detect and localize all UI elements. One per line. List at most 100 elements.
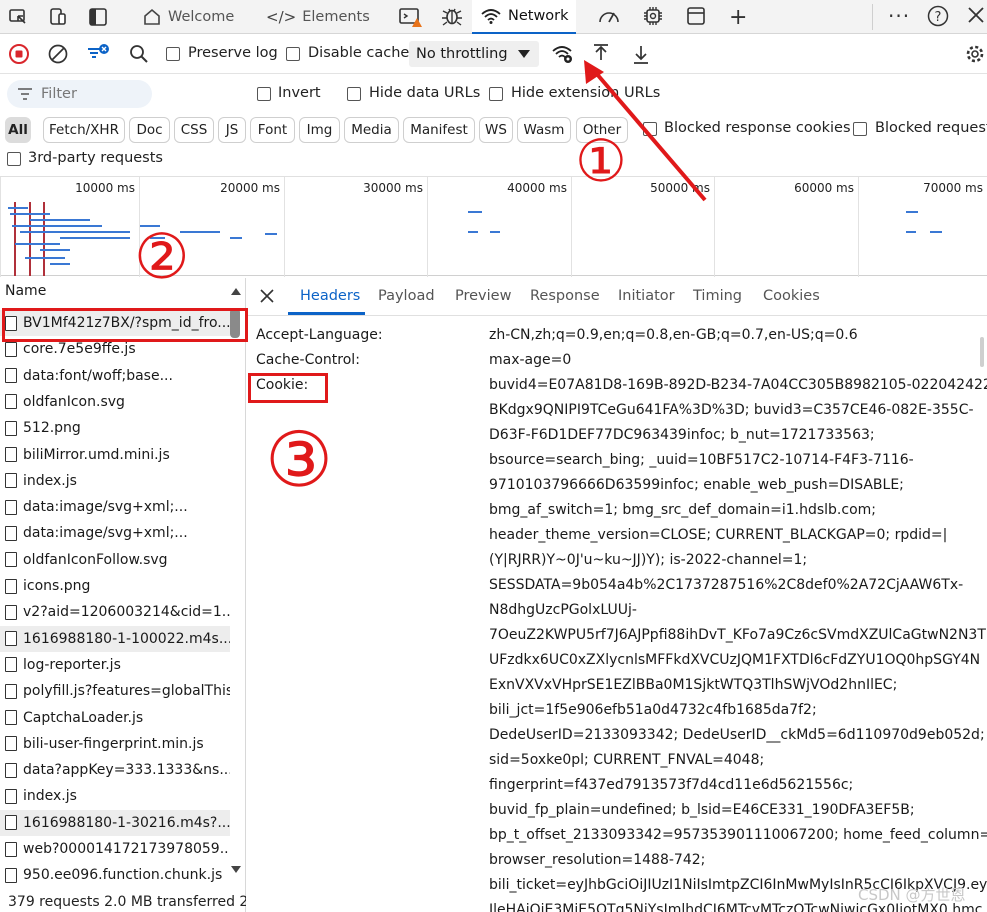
request-row[interactable]: 950.ee096.function.chunk.js [0,862,230,888]
tab-headers[interactable]: Headers [300,288,360,304]
close-detail-icon[interactable] [259,288,275,308]
media-file-icon [5,631,17,647]
record-stop-icon[interactable] [8,43,30,65]
application-panel-icon[interactable] [686,6,706,26]
cookie-value-line: SESSDATA=9b054a4b%2C1737287516%2C8def0%2… [489,577,964,593]
request-row[interactable]: bili-user-fingerprint.min.js [0,731,230,757]
type-filter-label: All [8,122,28,138]
request-row[interactable]: icons.png [0,573,230,599]
request-row[interactable]: data:image/svg+xml;... [0,494,230,520]
name-column-header[interactable]: Name [5,283,46,299]
throttling-select[interactable]: No throttling [409,41,539,67]
tab-elements[interactable]: </> Elements [266,0,386,34]
type-filter-js[interactable]: JS [218,117,246,143]
request-row[interactable]: 1616988180-1-30216.m4s?... [0,809,230,836]
request-row[interactable]: CaptchaLoader.js [0,705,230,731]
request-row[interactable]: log-reporter.js [0,652,230,678]
annotation-number-2: ② [134,220,190,293]
timeline-tick: 70000 ms [858,177,987,277]
request-row[interactable]: biliMirror.umd.mini.js [0,442,230,468]
waterfall-bar [490,231,500,233]
type-filter-fetch-xhr[interactable]: Fetch/XHR [43,117,125,143]
request-name: web?000014172173978059... [23,841,230,857]
clipped-previous-line [477,317,677,321]
sidebar-toggle-icon[interactable] [88,7,108,27]
type-filter-ws[interactable]: WS [479,117,513,143]
search-icon[interactable] [128,43,150,65]
cookie-value-line: 9710103796666D63599infoc; enable_web_pus… [489,477,904,493]
type-filter-label: CSS [180,122,208,138]
blocked-requests-checkbox[interactable] [853,122,867,136]
request-row[interactable]: web?000014172173978059... [0,836,230,862]
cookie-value-line: D63F-F6D1DEF77DC963439infoc; b_nut=17217… [489,427,875,443]
waterfall-bar [10,213,50,215]
request-row[interactable]: oldfanIcon.svg [0,389,230,415]
cookie-value-line: BKdgx9QNIPI9TCeGu641FA%3D%3D; buvid3=C35… [489,402,974,418]
request-row[interactable]: data:font/woff;base... [0,363,230,389]
script-file-icon [5,867,17,883]
performance-icon[interactable] [597,6,621,26]
invert-label: Invert [278,85,321,101]
tab-preview[interactable]: Preview [455,288,511,304]
device-emulation-icon[interactable] [48,7,68,27]
type-filter-css[interactable]: CSS [174,117,214,143]
more-options-icon[interactable]: ··· [888,4,910,28]
timeline-tick-label: 60000 ms [794,181,854,195]
request-row[interactable]: 1616988180-1-100022.m4s... [0,625,230,652]
request-row[interactable]: data:image/svg+xml;... [0,520,230,546]
tab-welcome[interactable]: Welcome [140,0,252,34]
more-tools-plus-icon[interactable]: + [729,5,747,30]
scroll-up-arrow-icon[interactable] [230,284,242,300]
tab-timing[interactable]: Timing [693,288,742,304]
timeline-tick: 10000 ms [0,177,139,277]
invert-checkbox[interactable] [257,87,271,101]
request-row[interactable]: index.js [0,783,230,809]
timeline-tick: 30000 ms [284,177,427,277]
request-row[interactable]: 512.png [0,415,230,441]
tab-response[interactable]: Response [530,288,600,304]
detail-scrollbar-thumb[interactable] [980,337,984,367]
request-row[interactable]: data?appKey=333.1333&ns... [0,757,230,783]
type-filter-media[interactable]: Media [344,117,399,143]
cookie-value-line: bmg_af_switch=1; bmg_src_def_domain=i1.h… [489,502,877,518]
request-row[interactable]: polyfill.js?features=globalThis [0,678,230,704]
preserve-log-checkbox[interactable] [166,47,180,61]
request-row[interactable]: v2?aid=1206003214&cid=1... [0,599,230,625]
hide-data-urls-checkbox[interactable] [347,87,361,101]
waterfall-bar [265,233,277,235]
request-row[interactable]: index.js [0,468,230,494]
help-icon[interactable]: ? [927,5,949,27]
type-filter-doc[interactable]: Doc [129,117,170,143]
waterfall-bar [8,207,28,209]
scroll-down-arrow-icon[interactable] [230,863,242,879]
settings-gear-icon[interactable] [964,43,986,65]
request-name: core.7e5e9ffe.js [23,341,136,358]
hide-extension-urls-checkbox[interactable] [489,87,503,101]
type-filter-all[interactable]: All [5,117,31,143]
filter-settings-icon[interactable] [85,42,111,64]
request-name: log-reporter.js [23,656,121,673]
console-warning-icon[interactable] [398,6,424,28]
filter-input[interactable]: Filter [7,80,152,108]
close-devtools-icon[interactable] [966,5,986,25]
tab-initiator[interactable]: Initiator [618,288,675,304]
script-file-icon [5,788,17,804]
tab-payload[interactable]: Payload [378,288,435,304]
xhr-file-icon [5,604,17,620]
type-filter-font[interactable]: Font [250,117,295,143]
request-row[interactable]: oldfanIconFollow.svg [0,547,230,573]
disable-cache-checkbox[interactable] [286,47,300,61]
clear-icon[interactable] [47,43,69,65]
type-filter-img[interactable]: Img [299,117,340,143]
inspect-icon[interactable] [8,7,28,27]
memory-chip-icon[interactable] [642,5,664,27]
tab-network[interactable]: Network [472,0,576,34]
request-name: data:image/svg+xml;... [23,499,188,516]
third-party-checkbox[interactable] [7,152,21,166]
tab-cookies[interactable]: Cookies [763,288,820,304]
type-filter-manifest[interactable]: Manifest [403,117,475,143]
bug-icon[interactable] [441,5,463,27]
waterfall-bar [930,231,942,233]
request-detail-tabs: Headers Payload Preview Response Initiat… [247,278,987,316]
preserve-log-label: Preserve log [188,45,278,61]
